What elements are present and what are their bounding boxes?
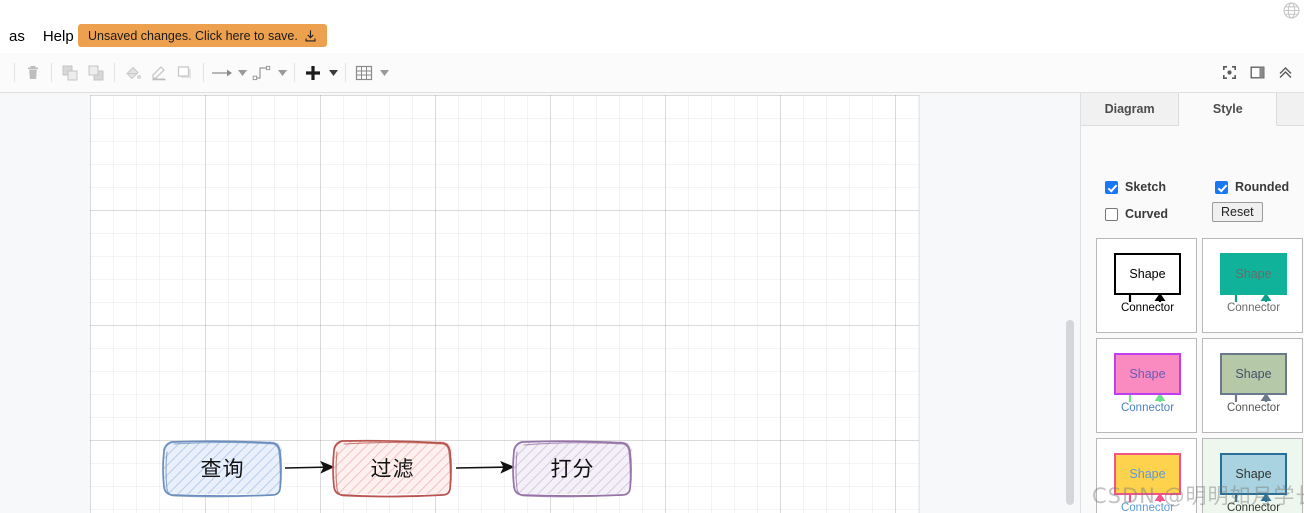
collapse-button[interactable] (1272, 60, 1298, 86)
tab-style[interactable]: Style (1179, 93, 1278, 126)
style-card-1-shape: Shape (1114, 253, 1181, 295)
insert-button[interactable] (300, 60, 326, 86)
delete-button[interactable] (20, 60, 46, 86)
checkbox-rounded-row[interactable]: Rounded (1215, 180, 1289, 194)
toolbar (0, 53, 1304, 93)
format-panel-button[interactable] (1244, 60, 1270, 86)
checkbox-rounded-label: Rounded (1235, 180, 1290, 194)
toolbar-divider (14, 63, 15, 82)
tab-diagram[interactable]: Diagram (1081, 93, 1180, 126)
checkbox-sketch-label: Sketch (1125, 180, 1166, 194)
reset-button[interactable]: Reset (1212, 202, 1263, 222)
style-card-6-shape: Shape (1220, 453, 1287, 495)
checkbox-rounded[interactable] (1215, 180, 1228, 194)
connector-layer (284, 460, 515, 474)
shadow-button[interactable] (172, 60, 198, 86)
checkbox-curved-label: Curved (1125, 207, 1169, 221)
bring-to-front-button[interactable] (57, 60, 83, 86)
format-panel: Diagram Style Sketch Rounded Curved Rese… (1080, 93, 1304, 513)
checkbox-curved-row[interactable]: Curved (1105, 207, 1168, 221)
waypoints-dropdown[interactable] (275, 60, 289, 86)
style-card-2-shape: Shape (1220, 253, 1287, 295)
panel-tab-bar: Diagram Style (1081, 93, 1304, 126)
style-card-5-shape: Shape (1114, 453, 1181, 495)
table-dropdown[interactable] (377, 60, 391, 86)
globe-icon[interactable] (1283, 2, 1300, 19)
style-card-4[interactable]: Shape Connector (1202, 338, 1303, 433)
checkbox-curved[interactable] (1105, 207, 1118, 221)
node-filter-label: 过滤 (370, 456, 415, 481)
style-card-2-connector-label: Connector (1203, 302, 1304, 314)
waypoints-button[interactable] (249, 60, 275, 86)
style-card-4-connector-label: Connector (1203, 402, 1304, 414)
toolbar-divider (345, 63, 346, 82)
menu-item-list: as Help (0, 25, 83, 49)
toolbar-divider (203, 63, 204, 82)
style-card-4-shape: Shape (1220, 353, 1287, 395)
style-card-3-connector-label: Connector (1097, 402, 1198, 414)
drawio-window: as Help Unsaved changes. Click here to s… (0, 0, 1304, 513)
unsaved-changes-button[interactable]: Unsaved changes. Click here to save. (78, 24, 327, 47)
diagram-canvas[interactable]: 查询 过滤 打分 (0, 93, 1080, 513)
menu-help[interactable]: Help (34, 26, 83, 48)
menu-extras[interactable]: as (0, 26, 34, 48)
download-icon (304, 30, 317, 43)
toolbar-right-group (1216, 60, 1304, 86)
style-card-1-connector-label: Connector (1097, 302, 1198, 314)
node-score-label: 打分 (550, 456, 595, 481)
style-card-1[interactable]: Shape Connector (1096, 238, 1197, 333)
connector-query-filter[interactable] (284, 460, 335, 474)
send-to-back-button[interactable] (83, 60, 109, 86)
fullscreen-button[interactable] (1216, 60, 1242, 86)
tab-arrange[interactable] (1277, 93, 1304, 126)
style-panel-body: Sketch Rounded Curved Reset Shape Connect… (1081, 126, 1304, 513)
table-button[interactable] (351, 60, 377, 86)
line-color-button[interactable] (146, 60, 172, 86)
toolbar-divider (114, 63, 115, 82)
connection-dropdown[interactable] (235, 60, 249, 86)
connector-filter-score[interactable] (455, 460, 515, 474)
style-card-grid: Shape Connector Shape Connector Shape Connect… (1096, 238, 1304, 513)
style-card-6-connector-label: Connector (1203, 502, 1304, 513)
insert-dropdown[interactable] (326, 60, 340, 86)
tab-diagram-label: Diagram (1104, 102, 1155, 116)
fill-color-button[interactable] (120, 60, 146, 86)
style-card-6[interactable]: Shape Connector (1202, 438, 1303, 513)
connection-button[interactable] (209, 60, 235, 86)
style-card-3-shape: Shape (1114, 353, 1181, 395)
checkbox-sketch-row[interactable]: Sketch (1105, 180, 1166, 194)
unsaved-changes-label: Unsaved changes. Click here to save. (88, 28, 298, 43)
menu-bar: as Help Unsaved changes. Click here to s… (0, 0, 1304, 53)
style-card-5-connector-label: Connector (1097, 502, 1198, 513)
checkbox-sketch[interactable] (1105, 180, 1118, 194)
style-card-2[interactable]: Shape Connector (1202, 238, 1303, 333)
toolbar-divider (51, 63, 52, 82)
toolbar-divider (294, 63, 295, 82)
style-card-5[interactable]: Shape Connector (1096, 438, 1197, 513)
node-query-label: 查询 (200, 456, 245, 481)
tab-style-label: Style (1212, 102, 1243, 116)
style-card-3[interactable]: Shape Connector (1096, 338, 1197, 433)
